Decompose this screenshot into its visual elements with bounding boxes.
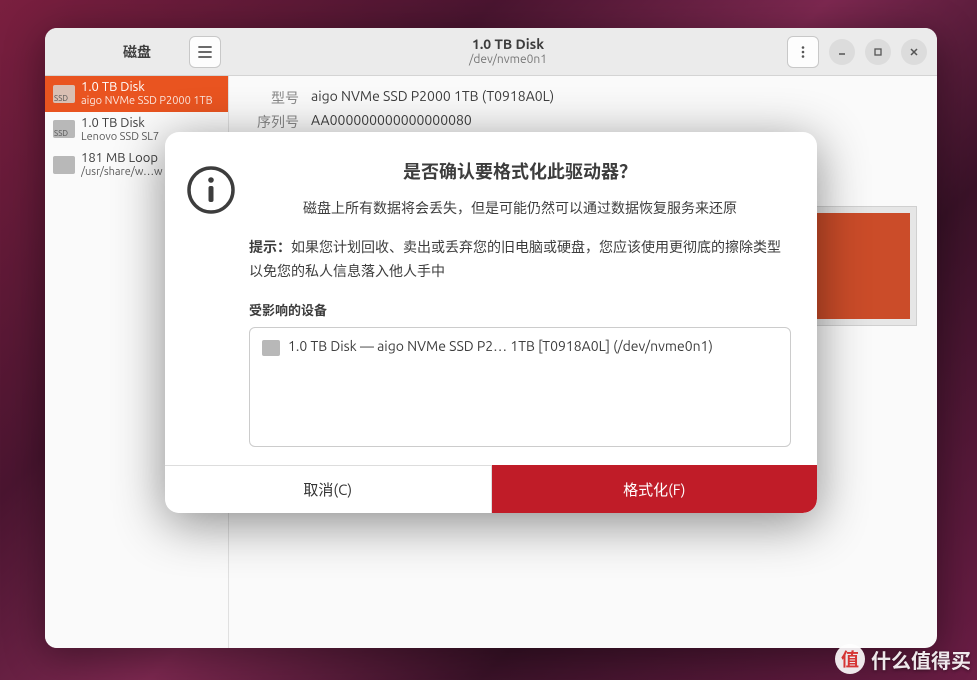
minimize-icon [836, 46, 848, 58]
maximize-button[interactable] [865, 39, 891, 65]
loop-icon [53, 156, 75, 174]
dialog-message: 磁盘上所有数据将会丢失，但是可能仍然可以通过数据恢复服务来还原 [249, 198, 791, 218]
affected-device-item: 1.0 TB Disk — aigo NVMe SSD P2… 1TB [T09… [288, 338, 713, 354]
ssd-icon: SSD [53, 120, 75, 138]
dialog-title: 是否确认要格式化此驱动器？ [249, 158, 791, 184]
disk-subtitle: Lenovo SSD SL7 [81, 131, 159, 144]
affected-label: 受影响的设备 [249, 300, 791, 319]
dialog-body: 是否确认要格式化此驱动器？ 磁盘上所有数据将会丢失，但是可能仍然可以通过数据恢复… [165, 132, 817, 465]
hint-text: 如果您计划回收、卖出或丢弃您的旧电脑或硬盘，您应该使用更彻底的擦除类型以免您的私… [249, 239, 781, 279]
affected-devices-list: 1.0 TB Disk — aigo NVMe SSD P2… 1TB [T09… [249, 327, 791, 447]
window-subtitle: /dev/nvme0n1 [229, 53, 787, 67]
info-icon [183, 162, 239, 218]
watermark-badge: 值 [835, 644, 865, 674]
dialog-actions: 取消(C) 格式化(F) [165, 465, 817, 513]
model-label: 型号 [249, 88, 299, 108]
format-confirm-dialog: 是否确认要格式化此驱动器？ 磁盘上所有数据将会丢失，但是可能仍然可以通过数据恢复… [165, 132, 817, 513]
maximize-icon [872, 46, 884, 58]
serial-value: AA000000000000000080 [311, 112, 472, 132]
model-value: aigo NVMe SSD P2000 1TB (T0918A0L) [311, 88, 554, 108]
drive-options-button[interactable] [787, 36, 819, 68]
format-button[interactable]: 格式化(F) [492, 465, 818, 513]
ssd-icon: SSD [53, 85, 75, 103]
kebab-icon [796, 45, 810, 59]
serial-label: 序列号 [249, 112, 299, 132]
cancel-button[interactable]: 取消(C) [165, 465, 492, 513]
serial-row: 序列号 AA000000000000000080 [249, 112, 917, 132]
titlebar: 磁盘 1.0 TB Disk /dev/nvme0n1 [45, 28, 937, 76]
disk-title: 1.0 TB Disk [81, 116, 159, 131]
app-title: 磁盘 [85, 42, 189, 62]
disk-icon [262, 340, 280, 356]
hamburger-menu-button[interactable] [189, 36, 221, 68]
window-title: 1.0 TB Disk [229, 36, 787, 53]
close-icon [908, 46, 920, 58]
hint-label: 提示： [249, 239, 291, 255]
disk-title: 181 MB Loop [81, 151, 163, 166]
model-row: 型号 aigo NVMe SSD P2000 1TB (T0918A0L) [249, 88, 917, 108]
minimize-button[interactable] [829, 39, 855, 65]
disk-title: 1.0 TB Disk [81, 80, 213, 95]
disk-subtitle: aigo NVMe SSD P2000 1TB [81, 95, 213, 108]
dialog-hint: 提示：如果您计划回收、卖出或丢弃您的旧电脑或硬盘，您应该使用更彻底的擦除类型以免… [249, 236, 791, 284]
watermark-text: 什么值得买 [871, 645, 971, 674]
dialog-content: 是否确认要格式化此驱动器？ 磁盘上所有数据将会丢失，但是可能仍然可以通过数据恢复… [249, 158, 791, 447]
watermark: 值 什么值得买 [835, 644, 971, 674]
close-button[interactable] [901, 39, 927, 65]
disk-subtitle: /usr/share/w…w [81, 166, 163, 179]
hamburger-icon [197, 44, 213, 60]
sidebar-item-disk-0[interactable]: SSD 1.0 TB Disk aigo NVMe SSD P2000 1TB [45, 76, 228, 112]
titlebar-left: 磁盘 [45, 36, 229, 68]
titlebar-center: 1.0 TB Disk /dev/nvme0n1 [229, 36, 787, 67]
titlebar-right [787, 36, 937, 68]
